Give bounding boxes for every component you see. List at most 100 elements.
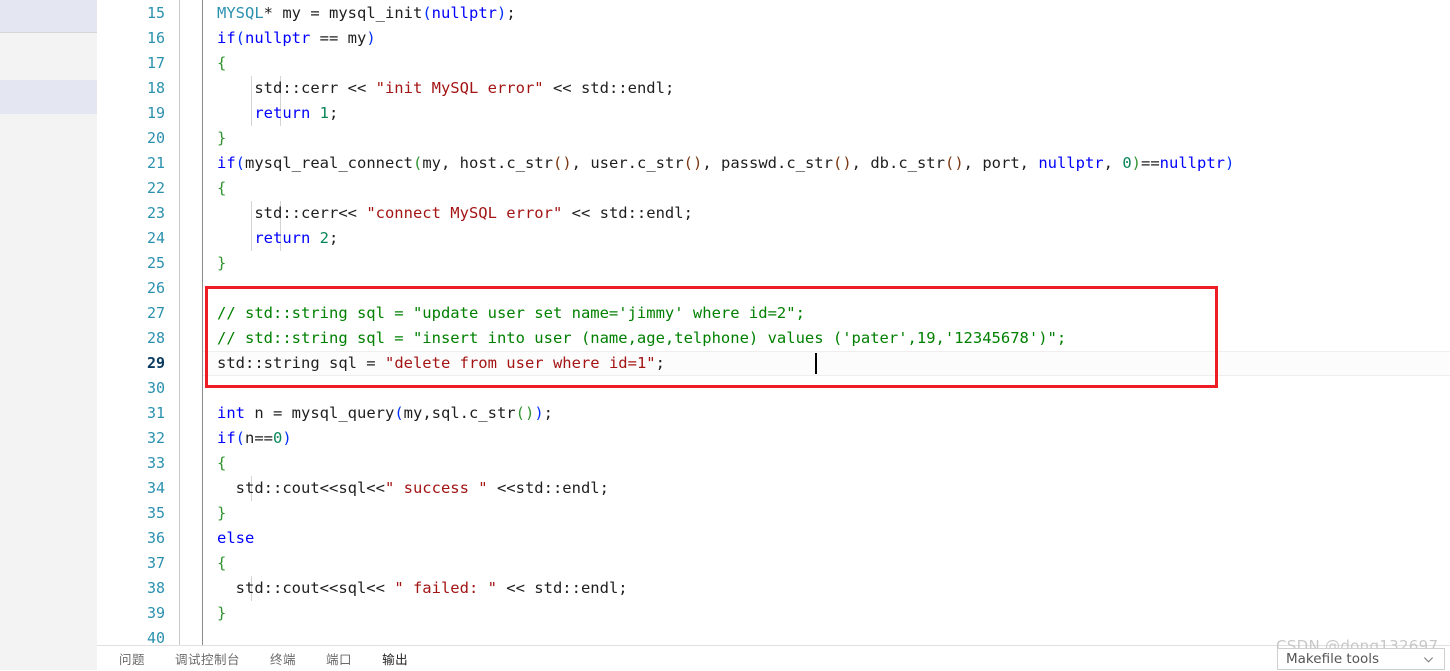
code-token-bracket: { xyxy=(217,179,227,197)
code-line[interactable]: } xyxy=(203,601,226,626)
code-line[interactable]: MYSQL* my = mysql_init(nullptr); xyxy=(203,1,516,26)
line-number: 24 xyxy=(146,229,165,247)
code-line[interactable]: return 1; xyxy=(203,101,338,126)
code-token: ; xyxy=(329,229,339,247)
code-token: std::cerr << xyxy=(217,79,376,97)
code-token: , port, xyxy=(963,154,1039,172)
line-number: 21 xyxy=(146,154,165,172)
code-line[interactable] xyxy=(203,276,217,301)
code-line[interactable]: std::cerr<< "connect MySQL error" << std… xyxy=(203,201,693,226)
code-line[interactable]: return 2; xyxy=(203,226,338,251)
code-token-keyword: nullptr xyxy=(431,4,497,22)
code-token-bracket: { xyxy=(217,54,227,72)
code-token-bracket: () xyxy=(944,154,964,172)
line-number: 30 xyxy=(146,379,165,397)
code-token-number: 1 xyxy=(319,104,330,122)
code-token: , xyxy=(1103,154,1123,172)
code-token-type: MYSQL xyxy=(217,4,264,22)
code-line[interactable] xyxy=(203,626,217,645)
code-token: n = mysql_query xyxy=(245,404,395,422)
code-token-bracket: } xyxy=(217,504,227,522)
code-token-bracket: () xyxy=(515,404,535,422)
code-line[interactable]: int n = mysql_query(my,sql.c_str()); xyxy=(203,401,553,426)
code-token-number: 0 xyxy=(1122,154,1132,172)
code-token-bracket: ) xyxy=(282,429,292,447)
code-token-bracket: ) xyxy=(534,404,544,422)
code-line[interactable]: std::cout<<sql<<" success " <<std::endl; xyxy=(203,476,609,501)
tab-problems[interactable]: 问题 xyxy=(119,649,145,668)
code-token-keyword: return xyxy=(254,229,311,247)
chevron-down-icon xyxy=(1424,657,1433,663)
code-token-bracket: ) xyxy=(496,4,507,22)
code-token: , db.c_str xyxy=(851,154,945,172)
tab-debug-console[interactable]: 调试控制台 xyxy=(175,649,240,668)
code-token: << std::endl; xyxy=(543,79,675,97)
code-token-comment: // std::string sql = "update user set na… xyxy=(217,304,805,322)
tab-output[interactable]: 输出 xyxy=(382,649,408,668)
line-number: 28 xyxy=(146,329,165,347)
bottom-panel-tabs[interactable]: 问题 调试控制台 终端 端口 输出 xyxy=(119,646,408,671)
code-line-active[interactable]: std::string sql = "delete from user wher… xyxy=(203,351,1450,376)
code-token-keyword: else xyxy=(217,529,255,547)
bottom-panel[interactable]: 问题 调试控制台 终端 端口 输出 xyxy=(97,645,1450,671)
line-number: 31 xyxy=(146,404,165,422)
code-line[interactable]: if(nullptr == my) xyxy=(203,26,376,51)
code-token-bracket: ) xyxy=(1131,154,1141,172)
code-line[interactable]: else xyxy=(203,526,254,551)
bottom-left-filler xyxy=(0,645,97,670)
code-token-keyword: if xyxy=(217,429,236,447)
code-line[interactable]: } xyxy=(203,251,226,276)
code-token-keyword: if xyxy=(217,154,236,172)
code-token-comment: // std::string sql = "insert into user (… xyxy=(217,329,1067,347)
code-token-string: " success " xyxy=(384,479,488,497)
code-token: << std::endl; xyxy=(496,579,628,597)
code-line[interactable]: std::cerr << "init MySQL error" << std::… xyxy=(203,76,674,101)
left-panel-row-selected-top[interactable] xyxy=(0,0,97,32)
code-token-bracket: ) xyxy=(1225,154,1235,172)
tab-ports[interactable]: 端口 xyxy=(326,649,352,668)
code-line[interactable]: { xyxy=(203,451,226,476)
code-editor[interactable]: 15 16 17 18 19 20 21 22 23 24 25 26 27 2… xyxy=(97,0,1450,647)
code-token-keyword: nullptr xyxy=(1038,154,1104,172)
code-token: ; xyxy=(543,404,553,422)
left-side-panel[interactable] xyxy=(0,0,97,645)
code-line[interactable]: { xyxy=(203,176,226,201)
code-token-string: "connect MySQL error" xyxy=(366,204,563,222)
code-token: << std::endl; xyxy=(562,204,693,222)
code-line[interactable]: { xyxy=(203,551,226,576)
line-number: 15 xyxy=(146,4,165,22)
gutter-divider-line xyxy=(179,0,180,645)
output-source-select[interactable]: Makefile tools xyxy=(1277,648,1445,670)
line-number-active: 29 xyxy=(146,354,165,372)
code-token-bracket: () xyxy=(683,154,703,172)
left-panel-row-selected[interactable] xyxy=(0,80,97,114)
line-number: 35 xyxy=(146,504,165,522)
code-line[interactable]: if(n==0) xyxy=(203,426,292,451)
code-line[interactable]: } xyxy=(203,501,226,526)
line-number: 26 xyxy=(146,279,165,297)
code-text-area[interactable]: MYSQL* my = mysql_init(nullptr); if(null… xyxy=(203,0,1450,645)
code-token-bracket: ( xyxy=(235,429,246,447)
code-line[interactable]: std::cout<<sql<< " failed: " << std::end… xyxy=(203,576,628,601)
code-token-keyword: return xyxy=(254,104,311,122)
line-number: 37 xyxy=(146,554,165,572)
tab-terminal[interactable]: 终端 xyxy=(270,649,296,668)
code-token-string: "init MySQL error" xyxy=(375,79,544,97)
code-token-bracket: } xyxy=(217,604,227,622)
code-line-comment[interactable]: // std::string sql = "insert into user (… xyxy=(203,326,1066,351)
code-token: std::cerr<< xyxy=(217,204,367,222)
code-line[interactable]: } xyxy=(203,126,226,151)
code-line[interactable]: if(mysql_real_connect(my, host.c_str(), … xyxy=(203,151,1234,176)
line-number: 17 xyxy=(146,54,165,72)
line-number: 18 xyxy=(146,79,165,97)
code-line-comment[interactable]: // std::string sql = "update user set na… xyxy=(203,301,805,326)
code-token: std::cout<<sql<< xyxy=(217,479,385,497)
code-line[interactable] xyxy=(203,376,217,401)
code-line[interactable]: { xyxy=(203,51,226,76)
line-number: 38 xyxy=(146,579,165,597)
line-number: 22 xyxy=(146,179,165,197)
